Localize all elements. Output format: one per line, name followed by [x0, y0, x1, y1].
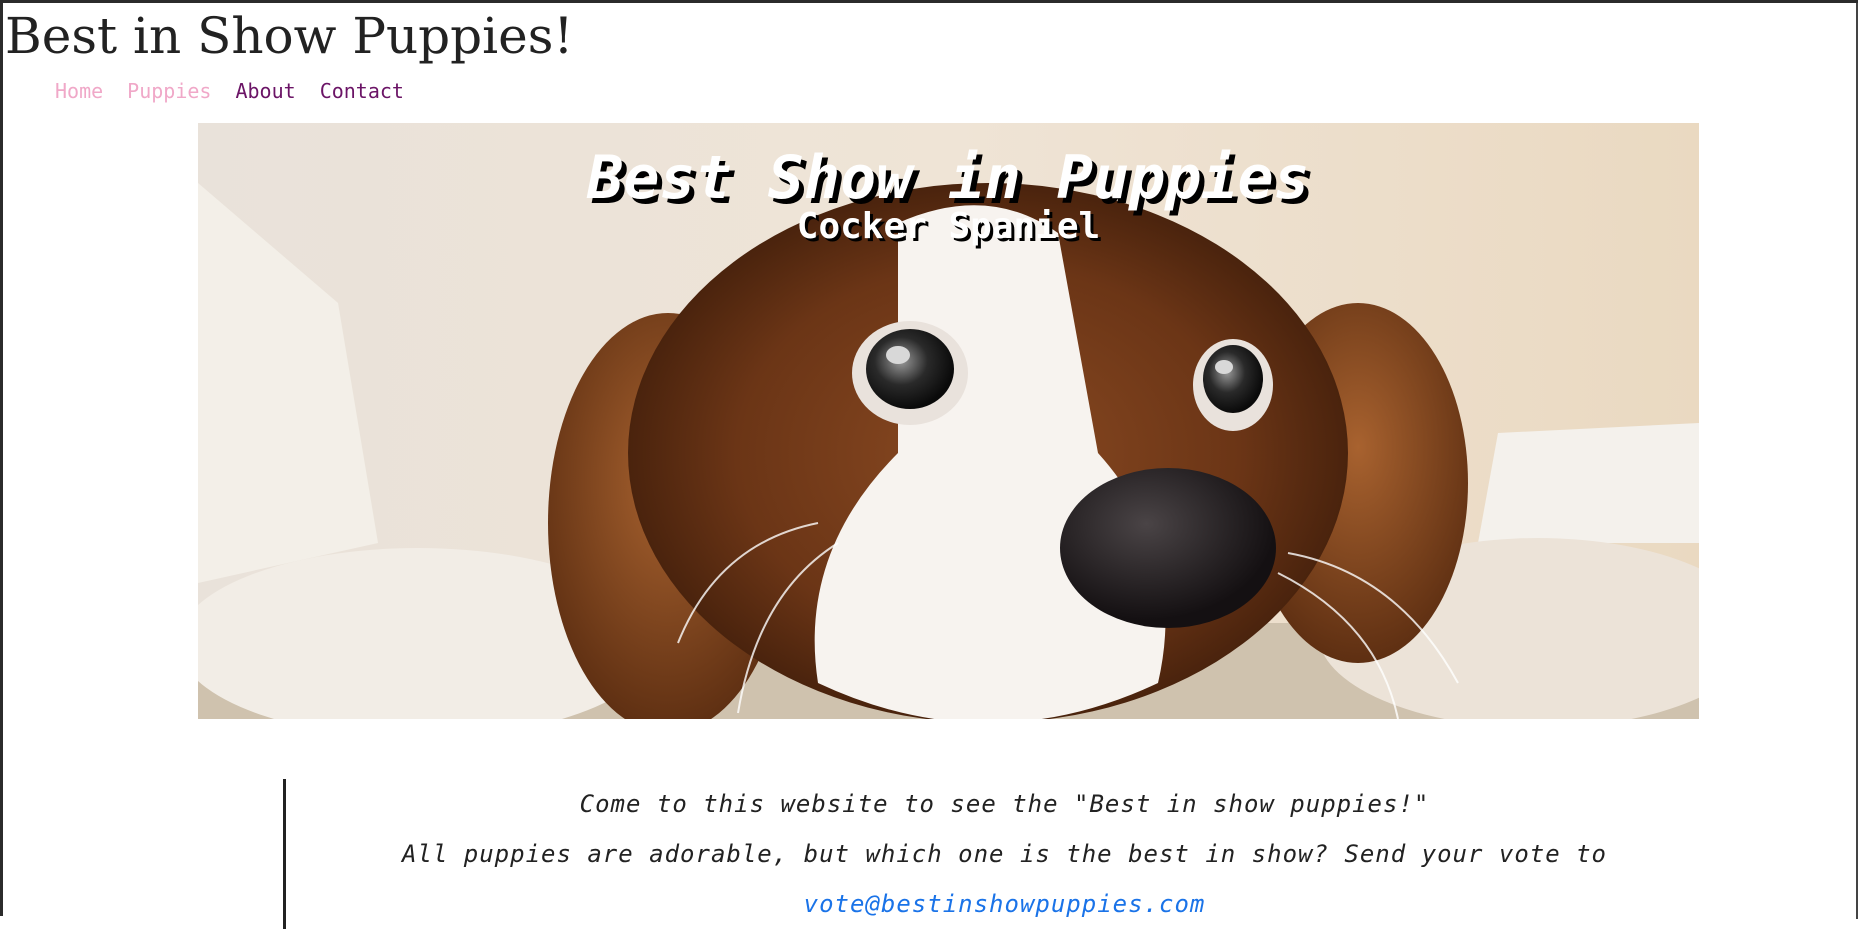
nav-home-link[interactable]: Home	[55, 77, 103, 105]
intro-line-1: Come to this website to see the "Best in…	[579, 790, 1430, 818]
nav-contact-link[interactable]: Contact	[320, 77, 404, 105]
nav-about-link[interactable]: About	[235, 77, 295, 105]
nav-puppies-link[interactable]: Puppies	[127, 77, 211, 105]
site-title: Best in Show Puppies!	[5, 7, 574, 65]
intro-quote: Come to this website to see the "Best in…	[283, 779, 1723, 929]
hero-banner: Best Show in Puppies Cocker Spaniel	[198, 123, 1699, 719]
hero-subtitle: Cocker Spaniel	[796, 206, 1101, 247]
main-nav: Home Puppies About Contact	[55, 77, 404, 105]
intro-line-2: All puppies are adorable, but which one …	[401, 840, 1608, 868]
hero-title: Best Show in Puppies	[587, 143, 1310, 213]
vote-email-link[interactable]: vote@bestinshowpuppies.com	[804, 890, 1206, 918]
intro-email-line: vote@bestinshowpuppies.com	[286, 879, 1723, 929]
